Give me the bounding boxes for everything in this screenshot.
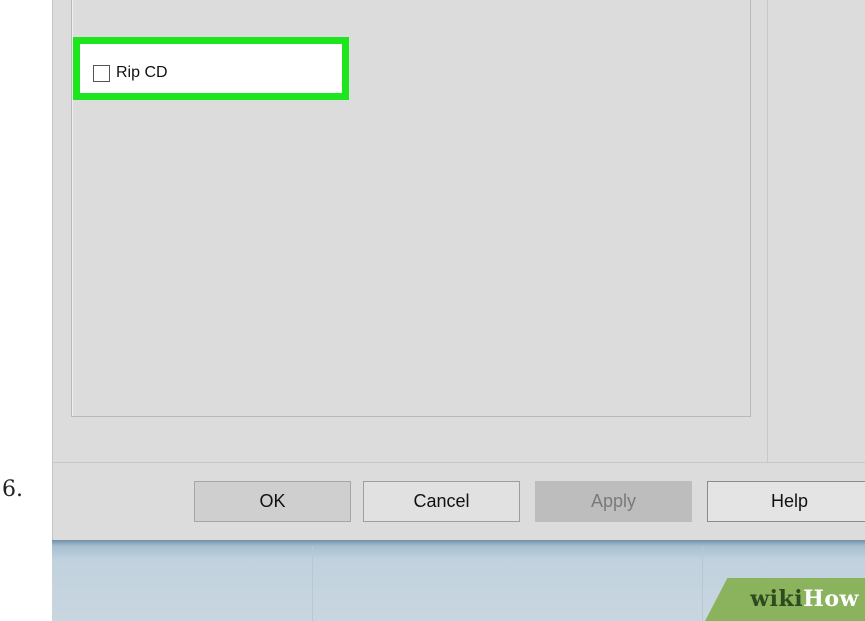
rip-cd-checkbox[interactable]: [93, 65, 110, 82]
help-button[interactable]: Help: [707, 481, 865, 522]
step-number: 6.: [2, 477, 23, 502]
taskbar: wikiHow: [52, 540, 865, 621]
rip-cd-highlight: Rip CD: [73, 37, 349, 100]
taskbar-separator: [702, 546, 703, 621]
watermark-how: How: [803, 586, 859, 612]
watermark-wiki: wiki: [750, 586, 804, 612]
bottom-divider: [53, 462, 865, 463]
apply-button[interactable]: Apply: [535, 481, 692, 522]
taskbar-separator: [312, 546, 313, 621]
cancel-button[interactable]: Cancel: [363, 481, 520, 522]
properties-dialog: Rip CD OK Cancel Apply Help: [52, 0, 865, 540]
wikihow-watermark: wikiHow: [750, 586, 859, 612]
right-divider: [767, 0, 768, 462]
rip-cd-label[interactable]: Rip CD: [116, 64, 168, 82]
ok-button[interactable]: OK: [194, 481, 351, 522]
